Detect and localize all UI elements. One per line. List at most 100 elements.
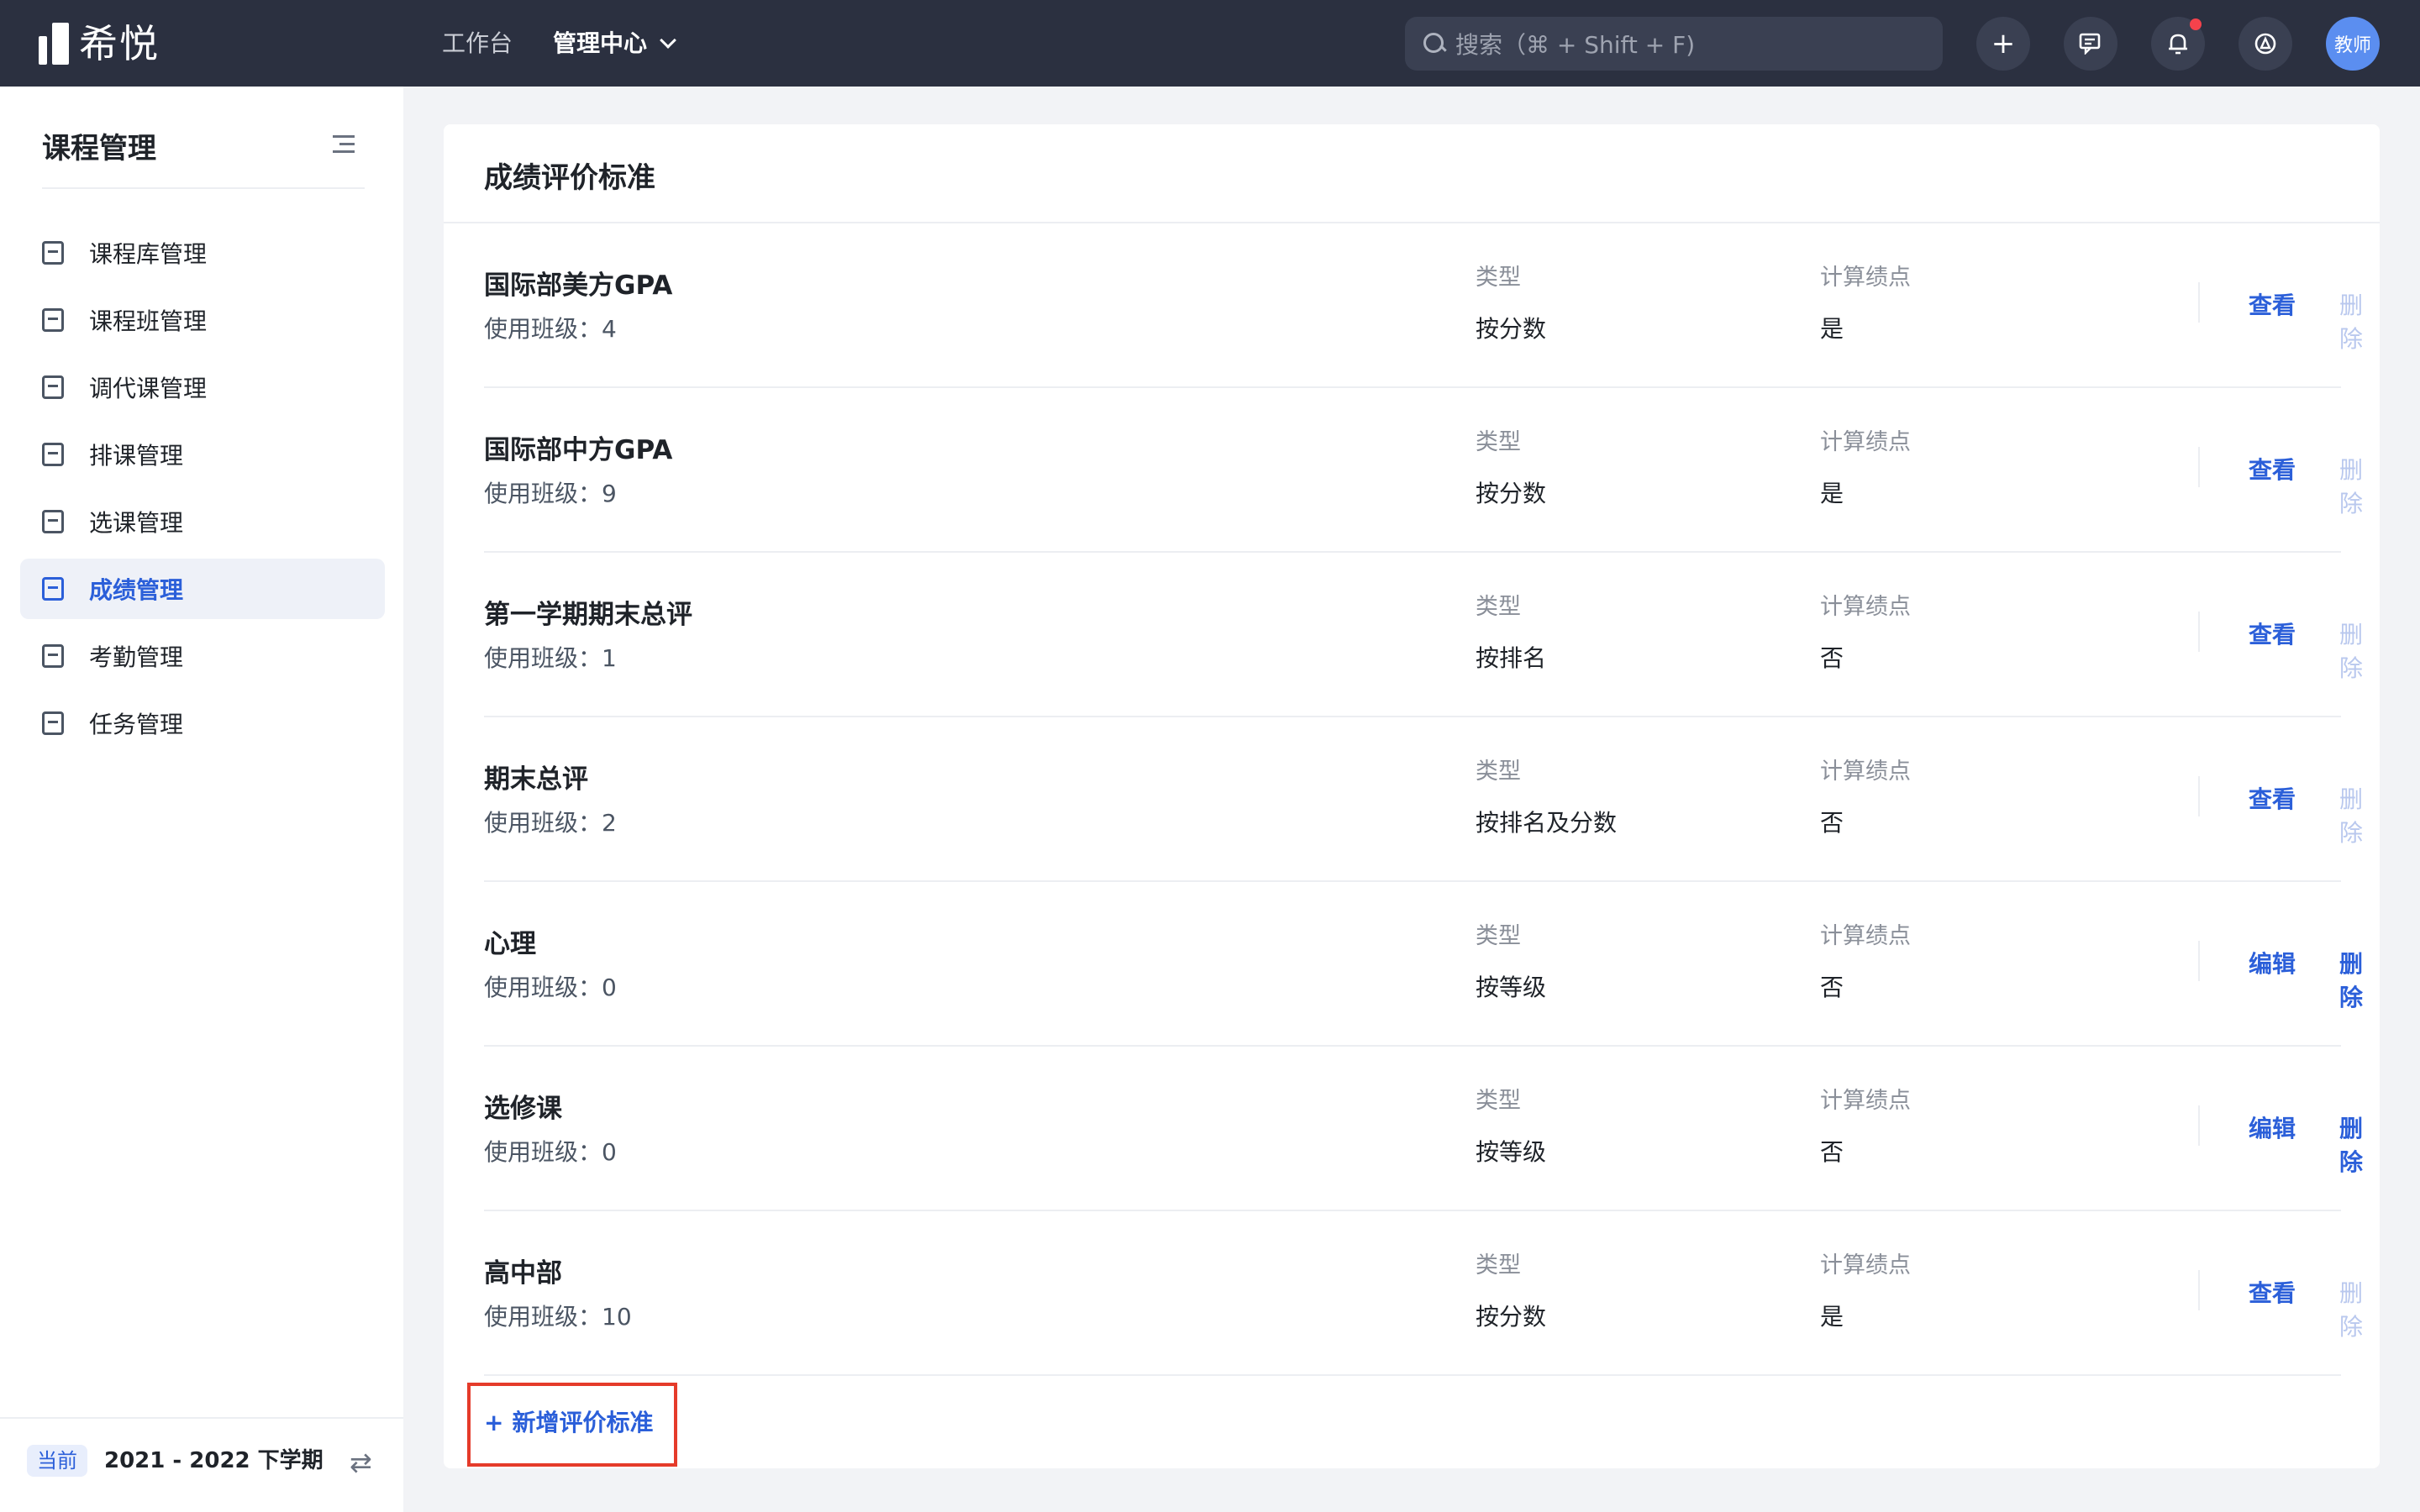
- apps-button[interactable]: [2238, 17, 2292, 71]
- sidebar-item-course-selection[interactable]: 选课管理: [20, 491, 385, 552]
- sidebar-item-tasks[interactable]: 任务管理: [20, 693, 385, 753]
- grading-standards-card: 成绩评价标准 国际部美方GPA 使用班级：4 类型 按分数 计算绩点 是 查看 …: [444, 124, 2380, 1468]
- standard-name: 心理: [484, 929, 536, 959]
- search-icon: [1423, 33, 1445, 55]
- type-value: 按分数: [1476, 480, 1547, 507]
- view-button[interactable]: 查看: [2249, 287, 2296, 321]
- view-button[interactable]: 查看: [2249, 452, 2296, 486]
- plus-icon: +: [1991, 27, 2016, 60]
- type-value: 按等级: [1476, 974, 1547, 1001]
- sidebar-item-attendance[interactable]: 考勤管理: [20, 626, 385, 686]
- delete-button[interactable]: 删除: [2339, 946, 2363, 1013]
- gpa-label: 计算绩点: [1820, 265, 1911, 291]
- plus-icon: +: [484, 1409, 504, 1436]
- delete-button[interactable]: 删除: [2339, 617, 2363, 684]
- sidebar-title: 课程管理: [42, 132, 156, 165]
- standard-name: 期末总评: [484, 764, 588, 795]
- collapse-sidebar-icon[interactable]: [333, 135, 355, 154]
- list-item: 第一学期期末总评 使用班级：1 类型 按排名 计算绩点 否 查看 删除: [484, 553, 2363, 717]
- bell-icon: [2169, 34, 2187, 55]
- sidebar-item-substitute[interactable]: 调代课管理: [20, 357, 385, 417]
- footer-divider: [0, 1417, 403, 1419]
- action-divider: [2198, 941, 2200, 981]
- app-logo[interactable]: 希悦: [39, 20, 160, 67]
- list-item: 选修课 使用班级：0 类型 按等级 计算绩点 否 编辑 删除: [484, 1047, 2363, 1211]
- type-value: 按分数: [1476, 315, 1547, 343]
- standard-usage: 使用班级：0: [484, 1138, 617, 1166]
- add-standard-button[interactable]: + 新增评价标准: [484, 1404, 653, 1441]
- nav-workbench[interactable]: 工作台: [442, 25, 513, 62]
- gpa-value: 是: [1820, 315, 1844, 343]
- type-label: 类型: [1476, 759, 1521, 785]
- calendar-icon: [42, 644, 64, 668]
- sidebar-item-grades[interactable]: 成绩管理: [20, 559, 385, 619]
- standard-name: 选修课: [484, 1094, 562, 1124]
- search-input[interactable]: 搜索（⌘ + Shift + F): [1405, 17, 1943, 71]
- edit-button[interactable]: 编辑: [2249, 946, 2296, 979]
- standard-name: 国际部美方GPA: [484, 270, 673, 301]
- type-value: 按分数: [1476, 1303, 1547, 1331]
- delete-button[interactable]: 删除: [2339, 781, 2363, 848]
- compass-icon: [2254, 33, 2276, 55]
- sidebar-item-course-class[interactable]: 课程班管理: [20, 290, 385, 350]
- action-divider: [2198, 776, 2200, 816]
- task-list-icon: [42, 711, 64, 735]
- sidebar-item-label: 排课管理: [89, 442, 184, 470]
- gpa-label: 计算绩点: [1820, 923, 1911, 949]
- delete-button[interactable]: 删除: [2339, 287, 2363, 354]
- gpa-label: 计算绩点: [1820, 594, 1911, 620]
- action-divider: [2198, 447, 2200, 487]
- gpa-label: 计算绩点: [1820, 429, 1911, 455]
- standard-usage: 使用班级：0: [484, 974, 617, 1001]
- delete-button[interactable]: 删除: [2339, 1110, 2363, 1178]
- sidebar-item-course-library[interactable]: 课程库管理: [20, 223, 385, 283]
- chat-icon: [2079, 33, 2101, 55]
- gpa-value: 是: [1820, 1303, 1844, 1331]
- view-button[interactable]: 查看: [2249, 781, 2296, 815]
- standard-name: 第一学期期末总评: [484, 600, 692, 630]
- standard-usage: 使用班级：2: [484, 809, 617, 837]
- list-item: 心理 使用班级：0 类型 按等级 计算绩点 否 编辑 删除: [484, 882, 2363, 1047]
- gpa-label: 计算绩点: [1820, 1088, 1911, 1114]
- switch-term-icon[interactable]: ⇄: [350, 1446, 372, 1478]
- list-item: 国际部中方GPA 使用班级：9 类型 按分数 计算绩点 是 查看 删除: [484, 388, 2363, 553]
- delete-button[interactable]: 删除: [2339, 1275, 2363, 1342]
- divider: [42, 187, 365, 189]
- notifications-button[interactable]: [2151, 17, 2205, 71]
- sidebar-item-label: 课程班管理: [89, 307, 208, 335]
- search-placeholder: 搜索（⌘ + Shift + F): [1455, 31, 1696, 59]
- add-button[interactable]: +: [1976, 17, 2030, 71]
- type-label: 类型: [1476, 429, 1521, 455]
- standard-usage: 使用班级：9: [484, 480, 617, 507]
- standard-usage: 使用班级：4: [484, 315, 617, 343]
- delete-button[interactable]: 删除: [2339, 452, 2363, 519]
- avatar[interactable]: 教师: [2326, 17, 2380, 71]
- current-term: 2021 - 2022 下学期: [104, 1448, 324, 1473]
- gpa-value: 是: [1820, 480, 1844, 507]
- view-button[interactable]: 查看: [2249, 617, 2296, 650]
- logo-mark-icon: [39, 23, 69, 65]
- messages-button[interactable]: [2064, 17, 2118, 71]
- swap-doc-icon: [42, 375, 64, 399]
- chevron-down-icon: [660, 32, 676, 49]
- grades-icon: [42, 577, 64, 601]
- type-label: 类型: [1476, 265, 1521, 291]
- type-label: 类型: [1476, 923, 1521, 949]
- logo-text: 希悦: [79, 21, 160, 66]
- type-label: 类型: [1476, 1252, 1521, 1278]
- edit-button[interactable]: 编辑: [2249, 1110, 2296, 1144]
- standard-name: 国际部中方GPA: [484, 435, 673, 465]
- page-title: 成绩评价标准: [484, 161, 655, 195]
- view-button[interactable]: 查看: [2249, 1275, 2296, 1309]
- nav-admin-label: 管理中心: [553, 29, 648, 57]
- type-value: 按等级: [1476, 1138, 1547, 1166]
- type-value: 按排名及分数: [1476, 809, 1618, 837]
- nav-admin-center[interactable]: 管理中心: [553, 25, 676, 62]
- gpa-label: 计算绩点: [1820, 759, 1911, 785]
- add-standard-label: 新增评价标准: [512, 1409, 654, 1436]
- type-label: 类型: [1476, 594, 1521, 620]
- sidebar: 课程管理 课程库管理 课程班管理 调代课管理 排课管理 选课管理 成绩管理 考勤…: [0, 87, 403, 1512]
- gpa-value: 否: [1820, 974, 1844, 1001]
- standard-usage: 使用班级：10: [484, 1303, 632, 1331]
- sidebar-item-scheduling[interactable]: 排课管理: [20, 424, 385, 485]
